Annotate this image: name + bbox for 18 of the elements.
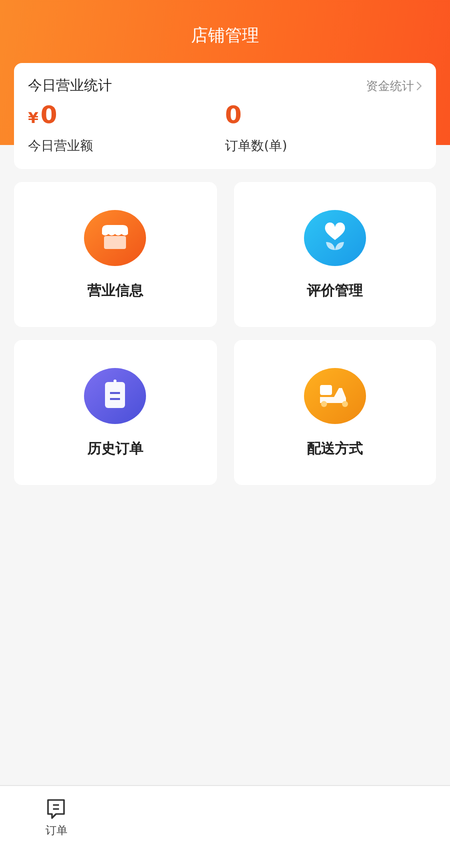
menu-tile[interactable]: 历史订单	[14, 340, 216, 485]
funds-link[interactable]: 资金统计	[366, 77, 422, 95]
shop-icon	[84, 210, 146, 266]
metric-label: 订单数(单)	[225, 138, 288, 155]
scooter-icon	[304, 368, 366, 424]
metric-value: ¥0	[28, 101, 58, 129]
clipboard-icon	[84, 368, 146, 424]
order-icon	[45, 798, 68, 820]
menu-tile[interactable]: 配送方式	[234, 340, 436, 485]
menu-tile[interactable]: 营业信息	[14, 182, 216, 327]
tab-item[interactable]: 订单	[0, 786, 112, 850]
stats-title: 今日营业统计	[28, 77, 113, 95]
page-title: 店铺管理	[191, 25, 259, 46]
heart-plant-icon	[304, 210, 366, 266]
menu-tile[interactable]: 评价管理	[234, 182, 436, 327]
metric-label: 今日营业额	[28, 138, 94, 155]
chevron-right-icon	[416, 81, 422, 91]
metric-value: 0	[225, 101, 243, 129]
